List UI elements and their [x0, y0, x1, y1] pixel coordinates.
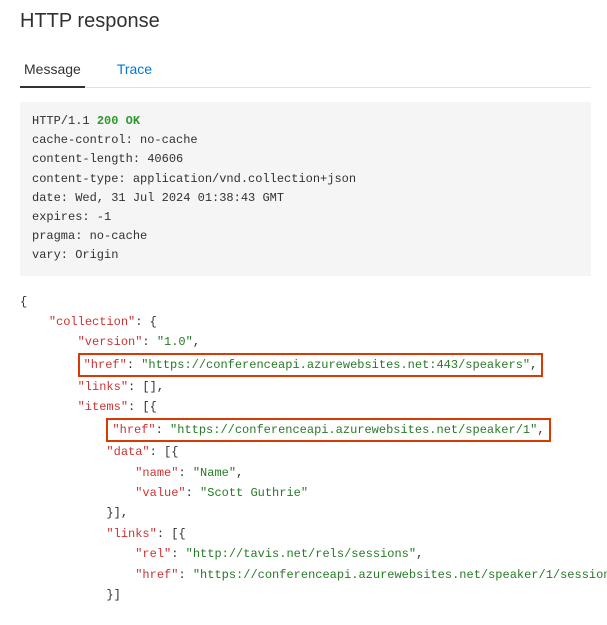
highlight-collection-href: "href": "https://conferenceapi.azurewebs… — [78, 353, 544, 377]
json-key-data: "data" — [106, 445, 149, 459]
json-val-version: "1.0" — [157, 335, 193, 349]
http-proto: HTTP/1.1 — [32, 114, 97, 128]
json-key-value: "value" — [135, 486, 185, 500]
json-key-href: "href" — [84, 358, 127, 372]
http-status: 200 OK — [97, 114, 140, 128]
json-key-rel: "rel" — [135, 547, 171, 561]
json-val-name: "Name" — [193, 466, 236, 480]
json-val-value: "Scott Guthrie" — [200, 486, 308, 500]
response-headers: HTTP/1.1 200 OK cache-control: no-cache … — [20, 102, 591, 276]
json-key-item-links: "links" — [106, 527, 156, 541]
tab-message[interactable]: Message — [20, 53, 85, 87]
json-key-name: "name" — [135, 466, 178, 480]
hdr-content-length: content-length: 40606 — [32, 152, 183, 166]
hdr-vary: vary: Origin — [32, 248, 118, 262]
response-body: { "collection": { "version": "1.0", "hre… — [20, 292, 591, 606]
highlight-item-href: "href": "https://conferenceapi.azurewebs… — [106, 418, 550, 442]
tabs: Message Trace — [20, 53, 591, 88]
hdr-expires: expires: -1 — [32, 210, 111, 224]
json-key-sess-href: "href" — [135, 568, 178, 582]
json-key-collection: "collection" — [49, 315, 135, 329]
hdr-date: date: Wed, 31 Jul 2024 01:38:43 GMT — [32, 191, 284, 205]
json-key-links: "links" — [78, 380, 128, 394]
page-title: HTTP response — [20, 10, 591, 33]
json-val-collection-href: "https://conferenceapi.azurewebsites.net… — [141, 358, 530, 372]
json-val-sess-href: "https://conferenceapi.azurewebsites.net… — [193, 568, 607, 582]
json-val-rel: "http://tavis.net/rels/sessions" — [186, 547, 416, 561]
json-key-version: "version" — [78, 335, 143, 349]
json-val-item-href: "https://conferenceapi.azurewebsites.net… — [170, 423, 537, 437]
hdr-pragma: pragma: no-cache — [32, 229, 147, 243]
json-key-item-href: "href" — [112, 423, 155, 437]
json-key-items: "items" — [78, 400, 128, 414]
tab-trace[interactable]: Trace — [113, 53, 156, 87]
hdr-cache-control: cache-control: no-cache — [32, 133, 198, 147]
hdr-content-type: content-type: application/vnd.collection… — [32, 172, 356, 186]
